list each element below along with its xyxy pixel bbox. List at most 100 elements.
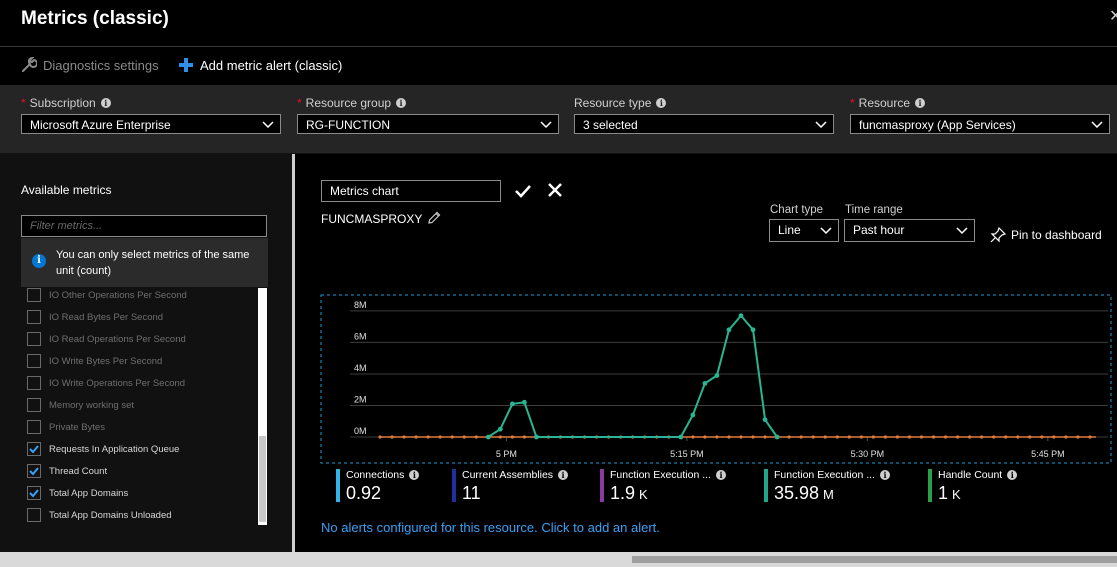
add-alert-link[interactable]: No alerts configured for this resource. …: [321, 520, 660, 535]
data-point: [691, 435, 695, 439]
info-icon[interactable]: i: [656, 98, 667, 108]
filter-metrics-input[interactable]: [21, 215, 267, 237]
y-tick-label: 4M: [354, 363, 367, 373]
resource-select[interactable]: funcmasproxy (App Services): [850, 114, 1110, 134]
legend-unit: K: [639, 487, 648, 502]
metric-item[interactable]: IO Other Operations Per Second: [21, 284, 251, 306]
checkbox[interactable]: [27, 398, 41, 412]
metric-item[interactable]: Thread Count: [21, 460, 251, 482]
checkbox-checked[interactable]: [27, 442, 41, 456]
time-range-label: Time range: [845, 204, 903, 216]
metric-item[interactable]: Memory working set: [21, 394, 251, 416]
info-icon[interactable]: i: [1007, 470, 1018, 480]
metric-item[interactable]: Requests In Application Queue: [21, 438, 251, 460]
data-point: [823, 435, 827, 439]
close-icon[interactable]: [547, 182, 563, 203]
data-point: [931, 435, 936, 439]
scrollbar-thumb[interactable]: [259, 436, 266, 522]
metric-item[interactable]: IO Read Bytes Per Second: [21, 306, 251, 328]
confirm-icon[interactable]: [514, 182, 532, 205]
diagnostics-settings-button[interactable]: Diagnostics settings: [21, 57, 159, 73]
checkbox[interactable]: [27, 508, 41, 522]
legend-number: 11: [462, 483, 481, 503]
page-title: Metrics (classic): [21, 8, 169, 29]
legend-number: 1: [938, 483, 949, 503]
legend-name: Function Execution ... i: [610, 469, 726, 481]
data-point: [522, 435, 526, 439]
info-icon[interactable]: i: [715, 470, 726, 480]
legend-value: 35.98 M: [774, 483, 834, 504]
checkmark-icon: [29, 467, 39, 476]
data-point: [727, 435, 731, 439]
checkbox[interactable]: [27, 332, 41, 346]
data-point: [883, 435, 887, 439]
info-icon[interactable]: i: [915, 98, 926, 108]
chevron-down-icon: [1091, 121, 1103, 129]
legend-color-bar: [600, 469, 604, 502]
checkbox[interactable]: [27, 310, 41, 324]
pencil-icon[interactable]: [426, 210, 442, 231]
subscription-select[interactable]: Microsoft Azure Enterprise: [21, 114, 281, 134]
data-point: [980, 435, 984, 439]
data-point: [738, 313, 744, 319]
subscription-value: Microsoft Azure Enterprise: [30, 118, 171, 132]
checkbox-checked[interactable]: [27, 486, 41, 500]
horizontal-scrollbar-thumb[interactable]: [632, 556, 1117, 563]
chart-name-input[interactable]: [321, 180, 501, 202]
data-point: [907, 435, 912, 439]
pin-to-dashboard-button[interactable]: Pin to dashboard: [990, 227, 1102, 243]
chart-type-label: Chart type: [770, 204, 824, 216]
metric-item[interactable]: IO Read Operations Per Second: [21, 328, 251, 350]
resource-type-value: 3 selected: [583, 118, 638, 132]
wrench-icon: [22, 57, 37, 72]
legend-value: 1K: [938, 483, 961, 504]
y-tick-label: 0M: [354, 426, 367, 436]
checkbox[interactable]: [27, 376, 41, 390]
y-tick-label: 8M: [354, 300, 367, 310]
metric-item[interactable]: Total App Domains: [21, 482, 251, 504]
resource-type-label: Resource type: [574, 96, 652, 110]
metric-item[interactable]: IO Write Operations Per Second: [21, 372, 251, 394]
info-icon[interactable]: i: [558, 470, 569, 480]
resource-type-select[interactable]: 3 selected: [574, 114, 834, 134]
checkbox[interactable]: [27, 288, 41, 302]
info-icon[interactable]: i: [396, 98, 407, 108]
metric-item[interactable]: Private Bytes: [21, 416, 251, 438]
legend-color-bar: [452, 469, 456, 502]
info-icon[interactable]: i: [879, 470, 890, 480]
data-point: [787, 435, 791, 439]
metrics-chart[interactable]: 0M 2M 4M 6M 8M 5 PM 5:15 PM 5:30 PM 5:45 PM: [320, 294, 1112, 464]
checkbox-checked[interactable]: [27, 464, 41, 478]
add-metric-alert-button[interactable]: Add metric alert (classic): [178, 57, 342, 73]
legend-name: Function Execution ... i: [774, 469, 890, 481]
metric-list-scrollbar[interactable]: [258, 288, 267, 525]
info-icon[interactable]: i: [409, 470, 420, 480]
chart-type-select[interactable]: Line: [769, 219, 839, 242]
data-point: [1076, 435, 1080, 439]
data-point: [378, 435, 382, 439]
metric-item[interactable]: Total App Domains Unloaded: [21, 504, 251, 526]
metric-label: IO Write Operations Per Second: [49, 377, 186, 389]
legend-value: 1.9 K: [610, 483, 648, 504]
data-point: [1004, 435, 1008, 439]
legend-series-name: Function Execution ...: [610, 469, 711, 481]
resource-group-select[interactable]: RG-FUNCTION: [297, 114, 559, 134]
data-point: [847, 435, 851, 439]
metric-label: Thread Count: [49, 465, 108, 477]
chevron-down-icon: [262, 121, 274, 129]
legend-number: 35.98: [774, 483, 820, 503]
metric-item[interactable]: IO Write Bytes Per Second: [21, 350, 251, 372]
data-point: [943, 435, 948, 439]
legend-number: 0.92: [346, 483, 382, 503]
data-point: [402, 435, 406, 439]
checkbox[interactable]: [27, 420, 41, 434]
legend-unit: M: [823, 487, 834, 502]
close-icon[interactable]: ✕: [1109, 6, 1117, 26]
checkbox[interactable]: [27, 354, 41, 368]
info-icon[interactable]: i: [100, 98, 111, 108]
panel-divider: [292, 154, 295, 552]
legend-series-name: Connections: [346, 469, 405, 481]
time-range-select[interactable]: Past hour: [844, 219, 975, 242]
metric-list: IO Other Operations Per Second IO Read By…: [21, 284, 251, 526]
legend-series-name: Handle Count: [938, 469, 1003, 481]
